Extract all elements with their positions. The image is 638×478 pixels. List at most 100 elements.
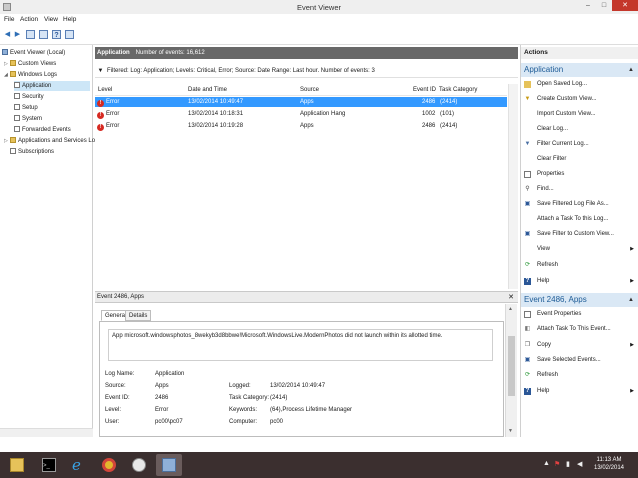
back-arrow-icon[interactable]: ◀ — [3, 30, 12, 39]
taskbar-internet-explorer[interactable]: e — [66, 454, 92, 476]
taskbar-clock[interactable]: 11:13 AM 13/02/2014 — [592, 456, 626, 472]
action-clear-filter[interactable]: Clear Filter — [521, 154, 638, 165]
action-attach-task-log[interactable]: Attach a Task To this Log... — [521, 214, 638, 225]
action-refresh[interactable]: ⟳ Refresh — [521, 260, 638, 271]
section-label: Event 2486, Apps — [524, 295, 587, 304]
folder-icon — [10, 137, 16, 143]
tree-root[interactable]: Event Viewer (Local) — [2, 48, 65, 58]
action-label: Save Selected Events... — [537, 357, 601, 363]
tray-flag-icon[interactable]: ⚑ — [554, 460, 560, 468]
menu-help[interactable]: Help — [63, 16, 76, 23]
action-import-custom-view[interactable]: Import Custom View... — [521, 109, 638, 120]
taskbar-file-explorer[interactable] — [4, 454, 30, 476]
action-label: View — [537, 246, 550, 252]
action-save-filtered-log[interactable]: ▣ Save Filtered Log File As... — [521, 199, 638, 210]
action-label: Clear Filter — [537, 156, 567, 162]
row-source: Application Hang — [300, 111, 346, 117]
action-label: Clear Log... — [537, 126, 569, 132]
action-properties[interactable]: Properties — [521, 169, 638, 180]
row-datetime: 13/02/2014 10:19:28 — [188, 123, 244, 129]
close-button[interactable]: ✕ — [612, 0, 638, 11]
help-icon[interactable]: ? — [52, 30, 61, 39]
tray-up-arrow-icon[interactable]: ▲ — [543, 460, 550, 467]
col-event-id[interactable]: Event ID — [413, 84, 436, 96]
col-task-category[interactable]: Task Category — [439, 84, 477, 96]
collapse-up-icon[interactable]: ▲ — [628, 293, 634, 307]
action-attach-task-event[interactable]: ◧ Attach Task To This Event... — [521, 324, 638, 335]
menu-view[interactable]: View — [44, 16, 58, 23]
event-id-value: 2486 — [155, 395, 169, 401]
col-level[interactable]: Level — [98, 84, 112, 96]
actions-section-event[interactable]: Event 2486, Apps ▲ — [521, 293, 638, 307]
scroll-thumb[interactable] — [508, 336, 515, 396]
tree-windows-logs[interactable]: ◢ Windows Logs — [4, 70, 57, 80]
close-icon[interactable]: ✕ — [508, 292, 514, 303]
taskbar-command-prompt[interactable]: >_ — [36, 454, 62, 476]
tree-apps-services[interactable]: ▷ Applications and Services Lo — [4, 136, 95, 146]
tree-subscriptions[interactable]: Subscriptions — [10, 147, 54, 157]
action-clear-log[interactable]: Clear Log... — [521, 124, 638, 135]
folder-up-icon[interactable] — [26, 30, 35, 39]
table-row[interactable]: ! Error 13/02/2014 10:49:47 Apps 2486 (24… — [95, 97, 507, 107]
console-tree-icon[interactable] — [39, 30, 48, 39]
tray-network-icon[interactable]: ▮ — [566, 460, 570, 468]
tab-details[interactable]: Details — [125, 310, 152, 321]
keywords-label: Keywords: — [229, 407, 258, 413]
show-action-pane-icon[interactable] — [65, 30, 74, 39]
action-create-custom-view[interactable]: ▼ Create Custom View... — [521, 94, 638, 105]
row-level: Error — [106, 99, 120, 105]
tree-log-setup[interactable]: Setup — [14, 103, 38, 113]
action-help[interactable]: ? Help ▶ — [521, 276, 638, 287]
action-event-properties[interactable]: Event Properties — [521, 309, 638, 320]
task-category-label: Task Category: — [229, 395, 270, 401]
action-find[interactable]: ⚲ Find... — [521, 184, 638, 195]
tree-log-security[interactable]: Security — [14, 92, 44, 102]
table-row[interactable]: ! Error 13/02/2014 10:18:31 Application H… — [95, 109, 507, 119]
tree-custom-views[interactable]: ▷ Custom Views — [4, 59, 56, 69]
log-icon — [14, 115, 20, 121]
events-vertical-scrollbar[interactable] — [508, 84, 518, 289]
menu-file[interactable]: File — [4, 16, 14, 23]
action-help-event[interactable]: ? Help ▶ — [521, 386, 638, 397]
actions-title: Actions — [521, 47, 638, 59]
refresh-icon: ⟳ — [524, 372, 531, 378]
col-source[interactable]: Source — [300, 84, 319, 96]
action-view[interactable]: View ▶ — [521, 244, 638, 255]
action-refresh-event[interactable]: ⟳ Refresh — [521, 370, 638, 381]
tray-volume-icon[interactable]: ◀ — [577, 460, 582, 468]
help-icon: ? — [524, 388, 531, 395]
maximize-button[interactable]: □ — [596, 0, 612, 11]
taskbar-chrome[interactable] — [96, 454, 122, 476]
section-label: Application — [524, 65, 564, 74]
row-level: Error — [106, 111, 120, 117]
subscriptions-icon — [10, 148, 16, 154]
taskbar: >_ e ▲ ⚑ ▮ ◀ 11:13 AM 13/02/2014 — [0, 452, 638, 478]
scroll-up-icon[interactable]: ▲ — [508, 306, 513, 312]
detail-vertical-scrollbar[interactable]: ▲ ▼ — [505, 304, 517, 437]
collapse-up-icon[interactable]: ▲ — [628, 63, 634, 77]
action-copy[interactable]: ❐ Copy ▶ — [521, 340, 638, 351]
tree-log-application[interactable]: Application — [14, 81, 90, 91]
filter-icon: ▼ — [524, 141, 531, 147]
tree-horizontal-scrollbar[interactable] — [0, 428, 93, 437]
tree-log-forwarded[interactable]: Forwarded Events — [14, 125, 71, 135]
event-message[interactable]: App microsoft.windowsphotos_8wekyb3d8bbw… — [108, 329, 493, 361]
folder-icon — [10, 60, 16, 66]
device-icon — [132, 458, 146, 472]
action-filter-current-log[interactable]: ▼ Filter Current Log... — [521, 139, 638, 150]
col-datetime[interactable]: Date and Time — [188, 84, 227, 96]
action-open-saved-log[interactable]: Open Saved Log... — [521, 79, 638, 90]
taskbar-devices[interactable] — [126, 454, 152, 476]
scroll-down-icon[interactable]: ▼ — [508, 428, 513, 434]
minimize-button[interactable]: – — [580, 0, 596, 11]
tree-log-system[interactable]: System — [14, 114, 42, 124]
table-row[interactable]: ! Error 13/02/2014 10:19:28 Apps 2486 (24… — [95, 121, 507, 131]
menu-action[interactable]: Action — [20, 16, 38, 23]
action-save-filter-custom-view[interactable]: ▣ Save Filter to Custom View... — [521, 229, 638, 240]
action-save-selected-events[interactable]: ▣ Save Selected Events... — [521, 355, 638, 366]
actions-section-application[interactable]: Application ▲ — [521, 63, 638, 77]
tree-custom-views-label: Custom Views — [18, 61, 57, 67]
taskbar-event-viewer[interactable] — [156, 454, 182, 476]
forward-arrow-icon[interactable]: ▶ — [13, 30, 22, 39]
clock-time: 11:13 AM — [596, 457, 622, 463]
